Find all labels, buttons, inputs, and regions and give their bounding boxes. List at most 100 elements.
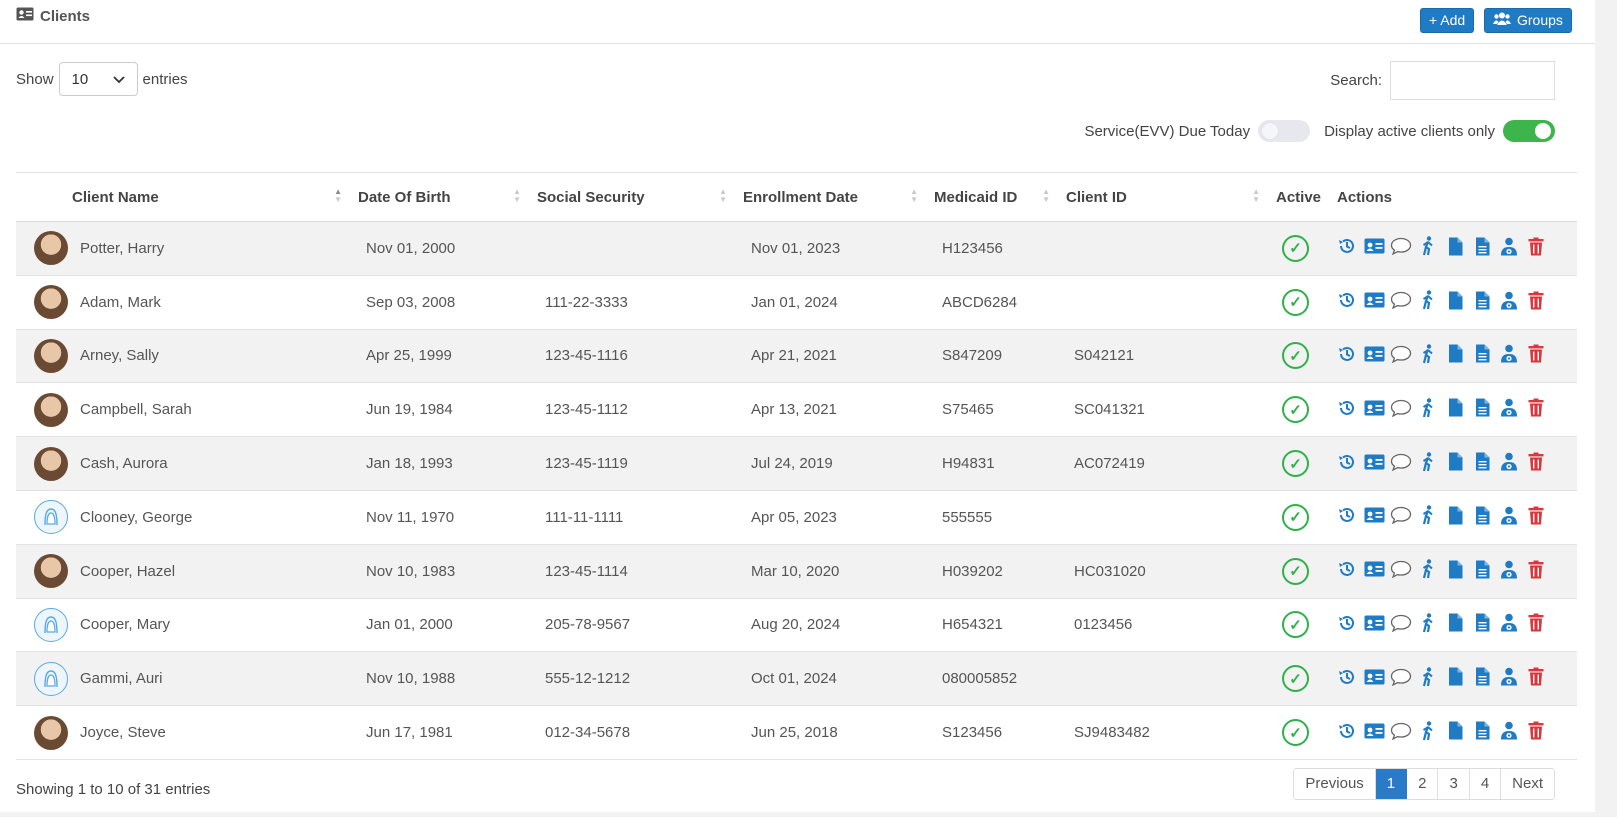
table-row[interactable]: Gammi, Auri Nov 10, 1988 555-12-1212 Oct… bbox=[16, 651, 1577, 707]
notes-action-button[interactable] bbox=[1472, 506, 1492, 527]
profile-action-button[interactable] bbox=[1364, 507, 1384, 527]
caregiver-action-button[interactable] bbox=[1499, 506, 1519, 527]
caregiver-action-button[interactable] bbox=[1499, 560, 1519, 581]
document-action-button[interactable] bbox=[1445, 613, 1465, 635]
comment-action-button[interactable] bbox=[1390, 614, 1412, 635]
visit-action-button[interactable] bbox=[1418, 398, 1438, 420]
caregiver-action-button[interactable] bbox=[1499, 237, 1519, 258]
next-page-button[interactable]: Next bbox=[1501, 769, 1554, 799]
visit-action-button[interactable] bbox=[1418, 344, 1438, 366]
profile-action-button[interactable] bbox=[1364, 292, 1384, 312]
history-action-button[interactable] bbox=[1337, 615, 1357, 635]
table-row[interactable]: Joyce, Steve Jun 17, 1981 012-34-5678 Ju… bbox=[16, 705, 1577, 760]
visit-action-button[interactable] bbox=[1418, 720, 1438, 743]
notes-action-button[interactable] bbox=[1472, 237, 1492, 258]
table-row[interactable]: Cash, Aurora Jan 18, 1993 123-45-1119 Ju… bbox=[16, 436, 1577, 491]
client-name[interactable]: Gammi, Auri bbox=[80, 670, 163, 687]
page-button-1[interactable]: 1 bbox=[1375, 769, 1408, 799]
comment-action-button[interactable] bbox=[1390, 668, 1412, 689]
notes-action-button[interactable] bbox=[1472, 667, 1492, 689]
notes-action-button[interactable] bbox=[1472, 398, 1492, 420]
client-name[interactable]: Cash, Aurora bbox=[80, 455, 168, 472]
document-action-button[interactable] bbox=[1445, 506, 1465, 527]
caregiver-action-button[interactable] bbox=[1499, 452, 1519, 474]
table-row[interactable]: Clooney, George Nov 11, 1970 111-11-1111… bbox=[16, 490, 1577, 545]
client-name[interactable]: Potter, Harry bbox=[80, 240, 164, 257]
page-button-2[interactable]: 2 bbox=[1407, 769, 1439, 799]
add-client-button[interactable]: + Add bbox=[1420, 8, 1475, 33]
profile-action-button[interactable] bbox=[1364, 454, 1384, 474]
visit-action-button[interactable] bbox=[1418, 290, 1438, 312]
history-action-button[interactable] bbox=[1337, 669, 1357, 689]
profile-action-button[interactable] bbox=[1364, 346, 1384, 366]
caregiver-action-button[interactable] bbox=[1499, 398, 1519, 420]
notes-action-button[interactable] bbox=[1472, 560, 1492, 581]
active-only-toggle[interactable] bbox=[1503, 120, 1555, 142]
client-name[interactable]: Arney, Sally bbox=[80, 347, 159, 364]
profile-action-button[interactable] bbox=[1364, 615, 1384, 635]
comment-action-button[interactable] bbox=[1390, 722, 1412, 743]
client-name[interactable]: Cooper, Hazel bbox=[80, 563, 175, 580]
delete-action-button[interactable] bbox=[1526, 291, 1546, 312]
history-action-button[interactable] bbox=[1337, 507, 1357, 527]
visit-action-button[interactable] bbox=[1418, 559, 1438, 581]
comment-action-button[interactable] bbox=[1390, 561, 1412, 581]
history-action-button[interactable] bbox=[1337, 561, 1357, 581]
caregiver-action-button[interactable] bbox=[1499, 291, 1519, 312]
document-action-button[interactable] bbox=[1445, 560, 1465, 581]
delete-action-button[interactable] bbox=[1526, 667, 1546, 689]
visit-action-button[interactable] bbox=[1418, 451, 1438, 474]
client-name[interactable]: Adam, Mark bbox=[80, 294, 161, 311]
table-row[interactable]: Cooper, Mary Jan 01, 2000 205-78-9567 Au… bbox=[16, 598, 1577, 653]
col-client-name[interactable]: Client Name ▲ ▼ bbox=[16, 172, 350, 222]
delete-action-button[interactable] bbox=[1526, 613, 1546, 635]
profile-action-button[interactable] bbox=[1364, 400, 1384, 420]
history-action-button[interactable] bbox=[1337, 346, 1357, 366]
table-row[interactable]: Campbell, Sarah Jun 19, 1984 123-45-1112… bbox=[16, 382, 1577, 438]
comment-action-button[interactable] bbox=[1390, 238, 1412, 258]
col-date-of-birth[interactable]: Date Of Birth ▲ ▼ bbox=[350, 172, 529, 222]
search-input[interactable] bbox=[1390, 61, 1555, 100]
col-client-id[interactable]: Client ID ▲ ▼ bbox=[1058, 172, 1268, 222]
comment-action-button[interactable] bbox=[1390, 399, 1412, 420]
previous-page-button[interactable]: Previous bbox=[1294, 769, 1376, 799]
caregiver-action-button[interactable] bbox=[1499, 614, 1519, 635]
col-enrollment-date[interactable]: Enrollment Date ▲ ▼ bbox=[735, 172, 926, 222]
notes-action-button[interactable] bbox=[1472, 291, 1492, 312]
delete-action-button[interactable] bbox=[1526, 452, 1546, 474]
delete-action-button[interactable] bbox=[1526, 344, 1546, 366]
visit-action-button[interactable] bbox=[1418, 667, 1438, 689]
col-social-security[interactable]: Social Security ▲ ▼ bbox=[529, 172, 735, 222]
delete-action-button[interactable] bbox=[1526, 560, 1546, 581]
visit-action-button[interactable] bbox=[1418, 505, 1438, 527]
comment-action-button[interactable] bbox=[1390, 507, 1412, 527]
delete-action-button[interactable] bbox=[1526, 721, 1546, 743]
delete-action-button[interactable] bbox=[1526, 398, 1546, 420]
comment-action-button[interactable] bbox=[1390, 345, 1412, 366]
delete-action-button[interactable] bbox=[1526, 506, 1546, 527]
caregiver-action-button[interactable] bbox=[1499, 721, 1519, 743]
notes-action-button[interactable] bbox=[1472, 452, 1492, 474]
page-button-4[interactable]: 4 bbox=[1469, 769, 1502, 799]
document-action-button[interactable] bbox=[1445, 237, 1465, 258]
caregiver-action-button[interactable] bbox=[1499, 667, 1519, 689]
document-action-button[interactable] bbox=[1445, 344, 1465, 366]
table-row[interactable]: Potter, Harry Nov 01, 2000 Nov 01, 2023 … bbox=[16, 221, 1577, 276]
delete-action-button[interactable] bbox=[1526, 237, 1546, 258]
client-name[interactable]: Clooney, George bbox=[80, 509, 192, 526]
document-action-button[interactable] bbox=[1445, 452, 1465, 474]
comment-action-button[interactable] bbox=[1390, 453, 1412, 474]
evv-due-toggle[interactable] bbox=[1258, 120, 1311, 142]
profile-action-button[interactable] bbox=[1364, 561, 1384, 581]
page-button-3[interactable]: 3 bbox=[1438, 769, 1470, 799]
notes-action-button[interactable] bbox=[1472, 721, 1492, 743]
document-action-button[interactable] bbox=[1445, 721, 1465, 743]
history-action-button[interactable] bbox=[1337, 723, 1357, 743]
history-action-button[interactable] bbox=[1337, 454, 1357, 474]
client-name[interactable]: Cooper, Mary bbox=[80, 616, 170, 633]
client-name[interactable]: Joyce, Steve bbox=[80, 724, 166, 741]
document-action-button[interactable] bbox=[1445, 667, 1465, 689]
document-action-button[interactable] bbox=[1445, 291, 1465, 312]
col-medicaid-id[interactable]: Medicaid ID ▲ ▼ bbox=[926, 172, 1058, 222]
page-length-select[interactable]: 10 bbox=[58, 62, 138, 96]
